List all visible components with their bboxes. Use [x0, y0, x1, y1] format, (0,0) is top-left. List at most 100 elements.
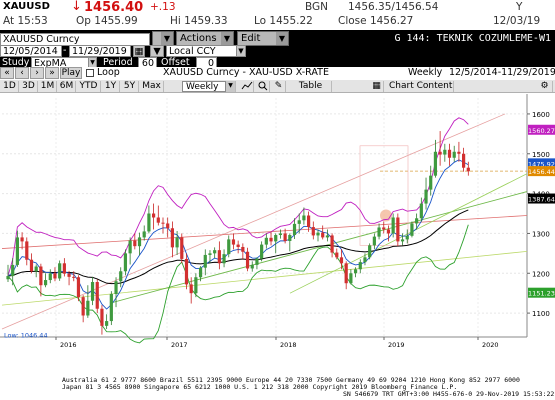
tab-1m[interactable]: 1M: [39, 81, 57, 92]
candle-body: [325, 235, 329, 238]
chevron-down-icon[interactable]: ▼: [226, 81, 236, 92]
step-forward-button[interactable]: ›: [30, 67, 44, 79]
zoom-icon[interactable]: [256, 81, 270, 92]
candle-body: [67, 273, 71, 277]
candle-body: [123, 253, 128, 272]
loop-checkbox[interactable]: [86, 69, 94, 77]
chevron-down-icon: ▼: [221, 32, 233, 45]
candle-body: [452, 151, 456, 158]
price-chart[interactable]: 1100120013001400150016002016201720182019…: [0, 94, 555, 376]
candle-body: [386, 229, 391, 234]
candle-body: [382, 227, 386, 230]
candle-body: [292, 223, 297, 236]
candle-body: [307, 215, 311, 228]
price-label: 1456.44: [528, 168, 555, 176]
candle-body: [175, 237, 179, 248]
candle-body: [274, 235, 278, 242]
candle-body: [203, 254, 207, 268]
candle-body: [184, 258, 189, 285]
fast-forward-button[interactable]: »: [45, 67, 59, 79]
currency-select[interactable]: Local CCY: [166, 45, 244, 57]
candle-body: [180, 237, 184, 259]
rewind-button[interactable]: «: [0, 67, 14, 79]
candle-body: [48, 273, 52, 281]
chart-svg[interactable]: 1100120013001400150016002016201720182019…: [0, 94, 555, 376]
y-tick-label: 1100: [532, 310, 550, 318]
candle-body: [119, 271, 123, 282]
loop-label: Loop: [97, 67, 120, 78]
y-tick-label: 1600: [532, 111, 550, 119]
calendar-icon[interactable]: ▦: [133, 45, 145, 57]
candle-body: [302, 215, 306, 221]
chart-content-label: Chart Content: [389, 81, 453, 91]
candle-body: [245, 251, 250, 269]
tab-1d[interactable]: 1D: [1, 81, 19, 92]
step-back-button[interactable]: ‹: [15, 67, 29, 79]
end-date-field[interactable]: 11/29/2019: [69, 45, 131, 57]
candle-body: [391, 217, 395, 234]
candle-body: [147, 213, 151, 232]
bid-ask: 1456.35/1456.54: [348, 1, 439, 13]
grid-icon[interactable]: ▦: [370, 81, 384, 92]
tab-5y[interactable]: 5Y: [121, 81, 139, 92]
x-tick-label: 2020: [482, 341, 499, 349]
candle-body: [105, 321, 109, 326]
candle-body: [128, 240, 132, 254]
candle-body: [429, 175, 433, 190]
play-button[interactable]: Play: [60, 67, 82, 79]
edit-menu[interactable]: Edit ▼: [237, 31, 289, 46]
rewind-icon: «: [4, 68, 10, 78]
candle-body: [39, 266, 43, 286]
candle-body: [198, 267, 203, 278]
candle-body: [368, 245, 372, 258]
chevron-down-icon: ▼: [276, 32, 288, 45]
candle-body: [236, 244, 240, 247]
quote-header: XAUUSD ↓ 1456.40 +.13 BGN 1456.35/1456.5…: [0, 0, 555, 30]
x-tick-label: 2019: [388, 341, 405, 349]
chevron-down-icon: ▼: [161, 32, 173, 45]
candle-body: [156, 217, 160, 223]
tab-max[interactable]: Max: [140, 81, 164, 92]
candle-body: [250, 264, 254, 269]
candle-body: [419, 203, 423, 219]
candle-body: [166, 223, 170, 229]
candle-body: [25, 241, 29, 260]
candle-body: [208, 253, 212, 255]
step-back-icon: ‹: [20, 68, 24, 78]
y-tick-label: 1500: [532, 151, 550, 159]
candle-body: [415, 218, 419, 224]
bloomberg-footer: Australia 61 2 9777 8600 Brazil 5511 239…: [0, 376, 555, 400]
actions-menu[interactable]: Actions ▼: [176, 31, 234, 46]
candle-body: [377, 227, 381, 237]
high-price: Hi 1459.33: [170, 15, 228, 27]
tab-3d[interactable]: 3D: [20, 81, 38, 92]
line-chart-icon[interactable]: [240, 81, 254, 92]
tab-6m[interactable]: 6M: [58, 81, 76, 92]
chevron-down-icon[interactable]: ▼: [236, 45, 246, 57]
candle-body: [161, 222, 165, 224]
y-tick-label: 1200: [532, 270, 550, 278]
candle-body: [86, 300, 90, 316]
candle-body: [114, 281, 118, 294]
tab-ytd[interactable]: YTD: [77, 81, 101, 92]
tab-1y[interactable]: 1Y: [102, 81, 120, 92]
candle-body: [278, 233, 283, 236]
frequency-select[interactable]: Weekly: [182, 81, 226, 92]
candle-body: [90, 282, 95, 301]
gear-icon[interactable]: ⚙: [537, 81, 553, 92]
candle-body: [424, 189, 428, 204]
security-description: XAUUSD Curncy - XAU-USD X-RATE: [163, 67, 329, 78]
candle-body: [11, 264, 15, 277]
low-price: Lo 1455.22: [254, 15, 313, 27]
pencil-icon[interactable]: ✎: [272, 81, 286, 92]
toolbar-dropdown[interactable]: ▼: [152, 31, 174, 46]
table-button[interactable]: Table: [290, 81, 332, 92]
start-date-field[interactable]: 12/05/2014: [0, 45, 62, 57]
candle-body: [400, 239, 405, 242]
chart-content-button[interactable]: Chart Content: [386, 81, 454, 92]
last-price: 1456.40: [84, 0, 144, 15]
candle-body: [335, 252, 339, 258]
candle-body: [213, 250, 217, 254]
candle-body: [76, 277, 81, 298]
chevron-down-icon[interactable]: ▼: [150, 45, 164, 57]
